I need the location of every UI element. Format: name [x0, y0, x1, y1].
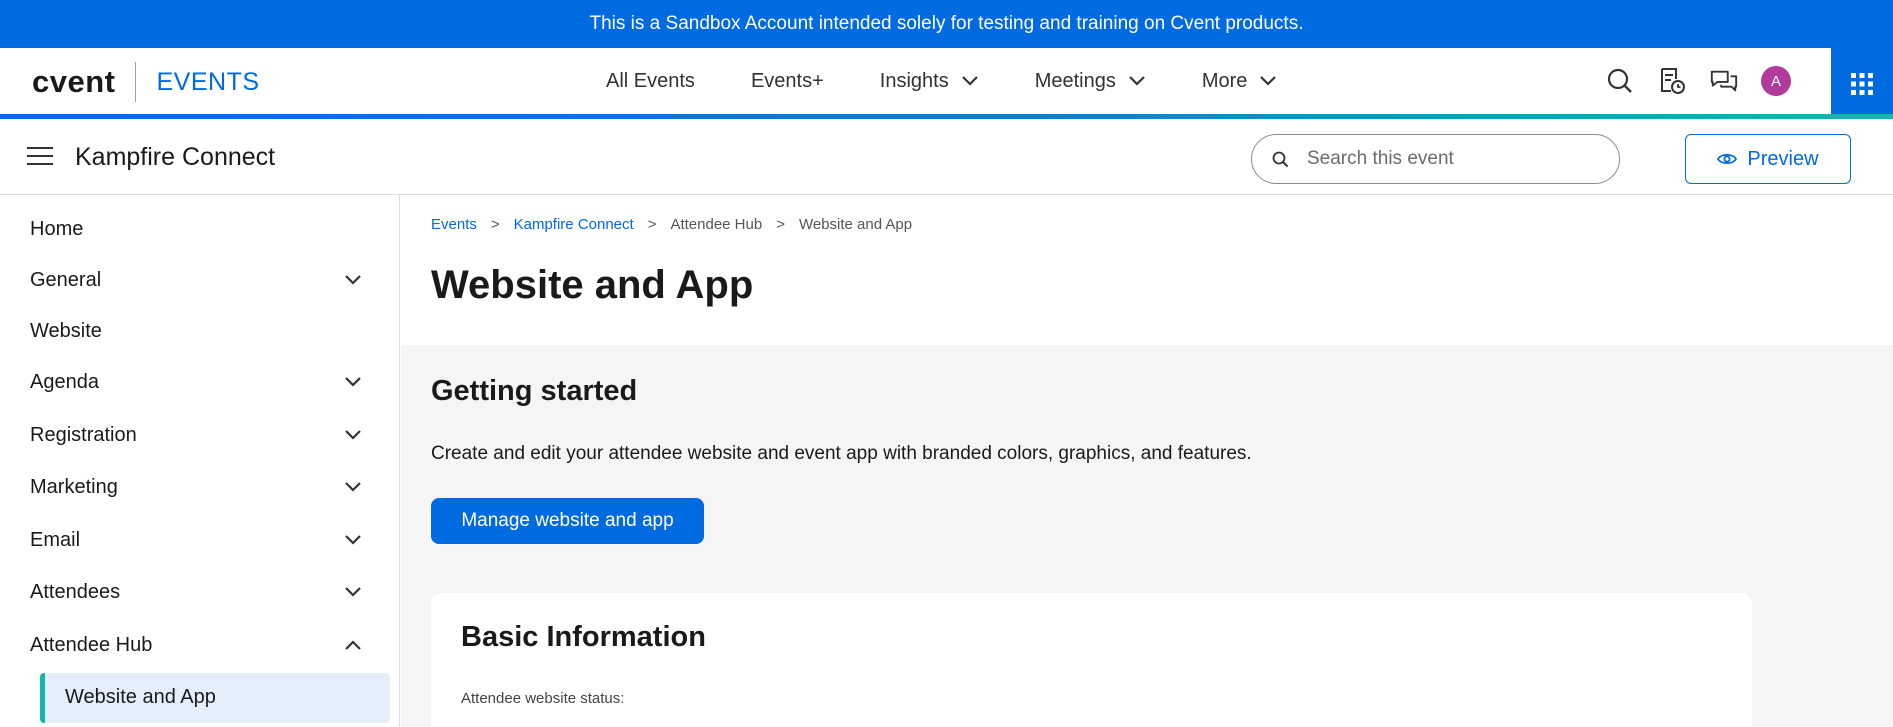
- sidebar-item-general[interactable]: General: [0, 258, 399, 302]
- event-header: Kampfire Connect Preview: [0, 119, 1893, 195]
- breadcrumb-separator: >: [776, 216, 785, 233]
- breadcrumb-current: Website and App: [798, 216, 913, 233]
- sidebar-item-label: Marketing: [30, 475, 118, 498]
- nav-more[interactable]: More: [1202, 70, 1278, 93]
- preview-label: Preview: [1747, 147, 1819, 170]
- chat-icon[interactable]: [1709, 66, 1739, 96]
- menu-icon[interactable]: [27, 147, 53, 167]
- breadcrumb-separator: >: [647, 216, 657, 233]
- sidebar-item-agenda[interactable]: Agenda: [0, 360, 399, 404]
- basic-information-card: Basic Information Attendee website statu…: [431, 593, 1752, 727]
- eye-icon: [1717, 153, 1738, 165]
- brand-name: cvent: [32, 64, 116, 99]
- chevron-down-icon: [345, 430, 361, 440]
- manage-website-button[interactable]: Manage website and app: [431, 498, 704, 544]
- product-name: EVENTS: [156, 67, 260, 96]
- user-avatar[interactable]: A: [1761, 66, 1791, 96]
- task-history-icon[interactable]: [1657, 66, 1687, 96]
- main-content: Events > Kampfire Connect > Attendee Hub…: [401, 195, 1893, 727]
- getting-started-title: Getting started: [431, 375, 638, 407]
- page-title: Website and App: [431, 263, 754, 307]
- sandbox-banner: This is a Sandbox Account intended solel…: [0, 0, 1893, 48]
- website-status-label: Attendee website status:: [461, 690, 625, 707]
- nav-events-plus[interactable]: Events+: [751, 70, 824, 93]
- sidebar-item-attendees[interactable]: Attendees: [0, 570, 399, 614]
- nav-all-events[interactable]: All Events: [606, 70, 695, 93]
- breadcrumb: Events > Kampfire Connect > Attendee Hub…: [431, 216, 912, 233]
- sidebar-item-attendee-hub[interactable]: Attendee Hub: [0, 623, 399, 667]
- nav-all-events-label: All Events: [606, 69, 695, 92]
- cvent-logo[interactable]: cvent EVENTS: [32, 62, 260, 102]
- breadcrumb-attendee-hub: Attendee Hub: [670, 216, 763, 233]
- sidebar-item-website[interactable]: Website: [0, 309, 399, 353]
- sidebar-item-label: Email: [30, 528, 81, 551]
- search-icon[interactable]: [1605, 66, 1635, 96]
- preview-button[interactable]: Preview: [1685, 134, 1851, 184]
- chevron-down-icon: [1129, 76, 1145, 86]
- getting-started-description: Create and edit your attendee website an…: [431, 443, 1252, 464]
- nav-meetings[interactable]: Meetings: [1035, 70, 1146, 93]
- search-icon: [1272, 151, 1289, 167]
- sidebar-item-marketing[interactable]: Marketing: [0, 465, 399, 509]
- nav-events-plus-label: Events+: [750, 69, 824, 92]
- chevron-down-icon: [345, 482, 361, 492]
- chevron-down-icon: [345, 535, 361, 545]
- main-nav: All Events Events+ Insights Meetings Mor…: [606, 48, 1333, 114]
- sidebar-item-registration[interactable]: Registration: [0, 413, 399, 457]
- avatar-initial: A: [1770, 72, 1781, 90]
- sidebar-item-label: Attendees: [30, 580, 121, 603]
- basic-information-title: Basic Information: [461, 621, 706, 653]
- breadcrumb-event[interactable]: Kampfire Connect: [514, 216, 634, 233]
- sidebar-item-home[interactable]: Home: [0, 207, 399, 251]
- event-search[interactable]: [1251, 134, 1620, 184]
- chevron-down-icon: [961, 76, 978, 86]
- nav-insights-label: Insights: [879, 69, 949, 92]
- sidebar-item-label: Website: [30, 319, 102, 342]
- chevron-down-icon: [345, 587, 361, 597]
- nav-insights[interactable]: Insights: [880, 70, 979, 93]
- chevron-up-icon: [345, 640, 361, 650]
- sidebar-subitem-label: Website and App: [65, 686, 216, 708]
- search-input[interactable]: [1307, 148, 1587, 170]
- chevron-down-icon: [345, 275, 361, 285]
- sandbox-banner-text: This is a Sandbox Account intended solel…: [589, 13, 1304, 34]
- event-title: Kampfire Connect: [75, 143, 276, 171]
- sidebar-item-label: Agenda: [30, 370, 99, 393]
- breadcrumb-events[interactable]: Events: [431, 216, 477, 233]
- sidebar-subitem-website-and-app[interactable]: Website and App: [40, 673, 390, 723]
- breadcrumb-separator: >: [490, 216, 500, 233]
- app-switcher-button[interactable]: [1831, 48, 1893, 119]
- nav-more-label: More: [1201, 69, 1248, 92]
- page-header: Events > Kampfire Connect > Attendee Hub…: [401, 195, 1893, 345]
- sidebar-item-label: Home: [30, 217, 84, 240]
- logo-divider: [135, 62, 137, 102]
- chevron-down-icon: [345, 377, 361, 387]
- sidebar-item-email[interactable]: Email: [0, 518, 399, 562]
- chevron-down-icon: [1260, 76, 1277, 86]
- sidebar-item-label: Attendee Hub: [30, 633, 153, 656]
- sidebar-item-label: General: [30, 268, 102, 291]
- grid-icon: [1851, 72, 1873, 95]
- header-actions: A: [1583, 66, 1791, 96]
- top-nav: cvent EVENTS All Events Events+ Insights…: [0, 48, 1893, 119]
- sidebar: Home General Website Agenda Registration…: [0, 195, 400, 727]
- nav-meetings-label: Meetings: [1034, 69, 1116, 92]
- sidebar-item-label: Registration: [30, 423, 137, 446]
